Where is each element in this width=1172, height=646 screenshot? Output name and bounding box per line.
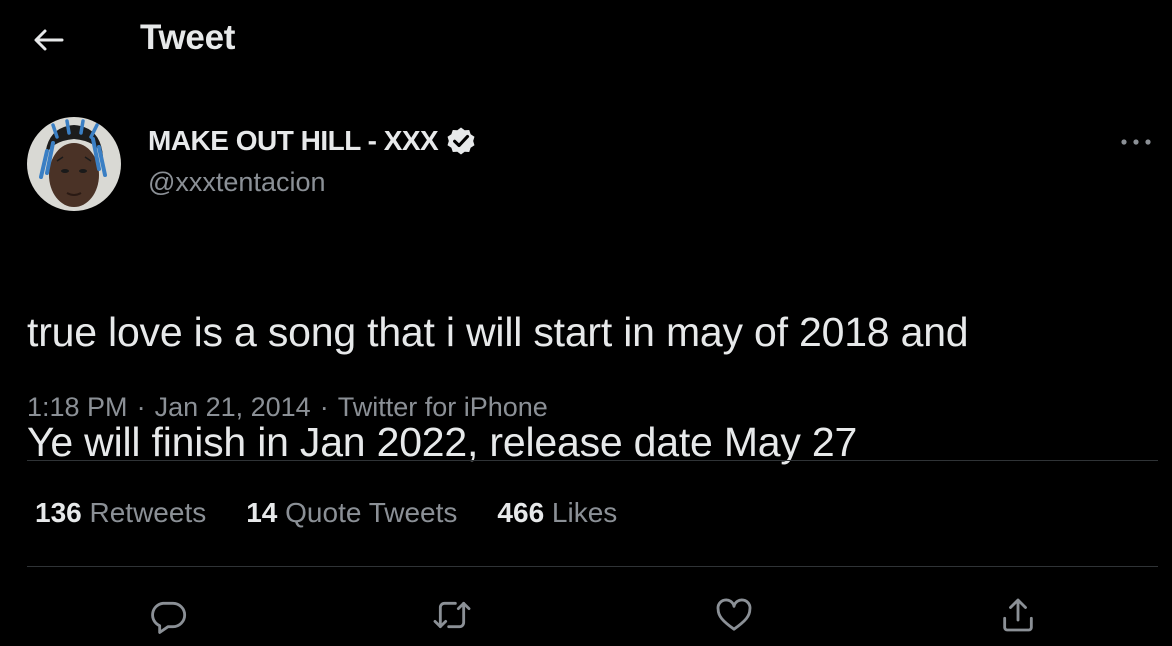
- heart-icon: [716, 598, 752, 631]
- divider: [27, 566, 1158, 567]
- header: Tweet: [0, 0, 1172, 80]
- retweet-icon: [433, 601, 471, 629]
- likes-stat[interactable]: 466 Likes: [497, 497, 617, 529]
- avatar[interactable]: [27, 117, 121, 211]
- likes-label: Likes: [551, 497, 618, 528]
- reply-button[interactable]: [146, 593, 190, 637]
- verified-badge-icon: [447, 127, 475, 155]
- tweet-stats: 136 Retweets 14 Quote Tweets 466 Likes: [35, 497, 657, 529]
- arrow-left-icon: [34, 29, 64, 51]
- retweets-count: 136: [35, 497, 82, 528]
- more-options-button[interactable]: [1118, 130, 1154, 154]
- tweet-source[interactable]: Twitter for iPhone: [338, 392, 548, 423]
- retweets-label: Retweets: [89, 497, 207, 528]
- share-button[interactable]: [996, 593, 1040, 637]
- more-horizontal-icon: [1121, 139, 1151, 145]
- meta-separator: ·: [136, 392, 146, 422]
- tweet-text-line: true love is a song that i will start in…: [27, 309, 969, 355]
- retweets-stat[interactable]: 136 Retweets: [35, 497, 206, 529]
- retweet-button[interactable]: [430, 593, 474, 637]
- tweet-text-line: Ye will finish in Jan 2022, release date…: [27, 419, 858, 465]
- tweet-meta: 1:18 PM · Jan 21, 2014 · Twitter for iPh…: [27, 392, 548, 423]
- divider: [27, 460, 1158, 461]
- page-title: Tweet: [140, 18, 236, 57]
- like-button[interactable]: [712, 593, 756, 637]
- display-name[interactable]: MAKE OUT HILL - XXX: [148, 125, 439, 157]
- tweet-date[interactable]: Jan 21, 2014: [155, 392, 311, 423]
- tweet-text: true love is a song that i will start in…: [27, 250, 1137, 525]
- meta-separator: ·: [319, 392, 329, 422]
- author-name-row[interactable]: MAKE OUT HILL - XXX: [148, 124, 478, 158]
- tweet-time[interactable]: 1:18 PM: [27, 392, 128, 423]
- share-icon: [1003, 598, 1033, 632]
- reply-icon: [151, 601, 186, 634]
- quote-tweets-label: Quote Tweets: [285, 497, 458, 528]
- avatar-image: [27, 117, 121, 211]
- user-handle[interactable]: @xxxtentacion: [148, 167, 326, 198]
- likes-count: 466: [497, 497, 545, 528]
- back-button[interactable]: [28, 22, 68, 58]
- quote-tweets-stat[interactable]: 14 Quote Tweets: [246, 497, 457, 529]
- quote-tweets-count: 14: [246, 497, 278, 528]
